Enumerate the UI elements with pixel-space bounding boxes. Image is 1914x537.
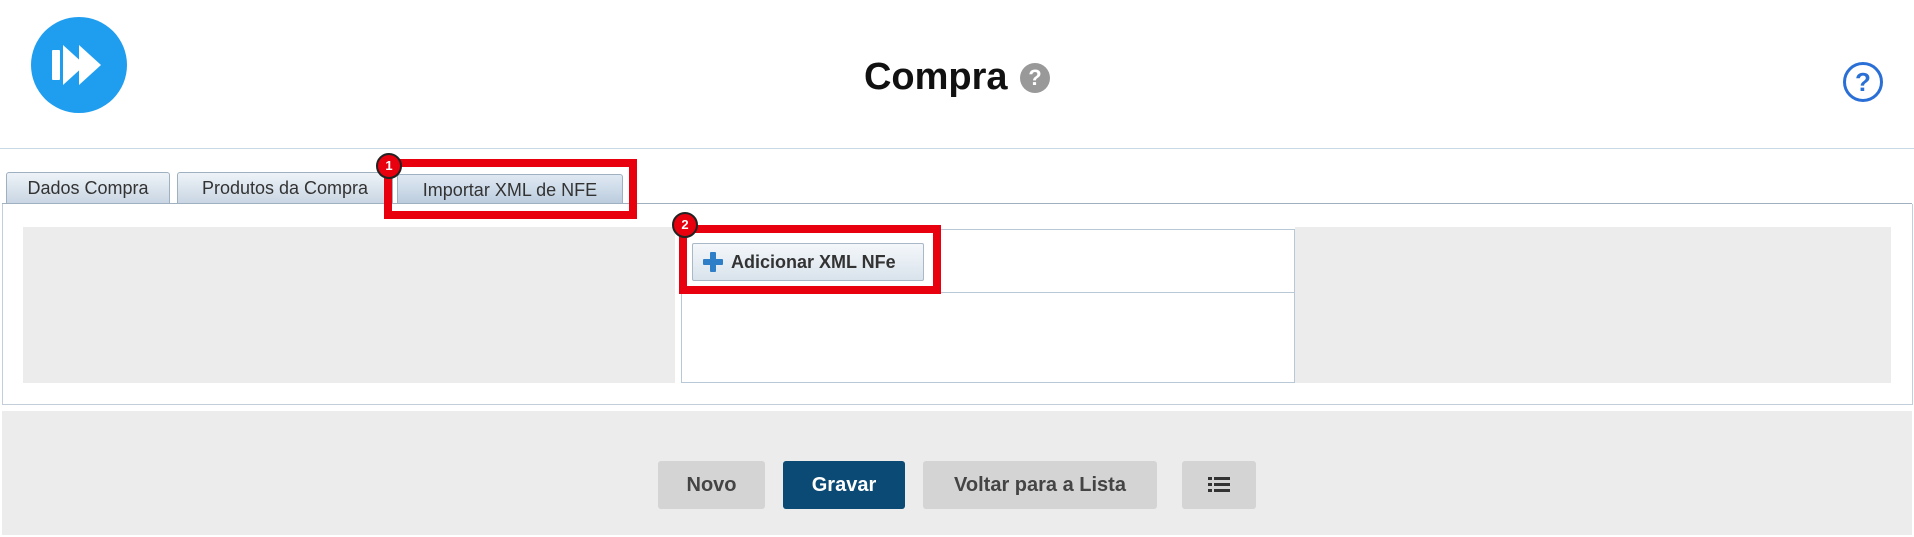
title-help-icon[interactable]: ? bbox=[1020, 62, 1051, 93]
page-title-wrap: Compra ? bbox=[0, 56, 1914, 99]
tab-produtos-da-compra[interactable]: Produtos da Compra bbox=[177, 172, 393, 203]
panel-left-spacer bbox=[23, 227, 675, 383]
list-view-button[interactable] bbox=[1182, 461, 1256, 509]
list-icon bbox=[1208, 477, 1230, 493]
tab-dados-compra[interactable]: Dados Compra bbox=[6, 172, 170, 203]
panel-right-spacer bbox=[1295, 227, 1891, 383]
help-icon[interactable]: ? bbox=[1843, 62, 1883, 102]
highlight-box-2 bbox=[679, 225, 941, 294]
back-to-list-button[interactable]: Voltar para a Lista bbox=[923, 461, 1157, 509]
annotation-badge-1: 1 bbox=[376, 153, 402, 179]
page-title: Compra bbox=[863, 56, 1008, 98]
header: Compra ? ? bbox=[0, 0, 1914, 149]
new-button[interactable]: Novo bbox=[658, 461, 765, 509]
save-button[interactable]: Gravar bbox=[783, 461, 905, 509]
tab-bar: Dados Compra Produtos da Compra Importar… bbox=[0, 148, 1914, 207]
highlight-box-1 bbox=[384, 159, 637, 219]
annotation-badge-2: 2 bbox=[672, 212, 698, 238]
